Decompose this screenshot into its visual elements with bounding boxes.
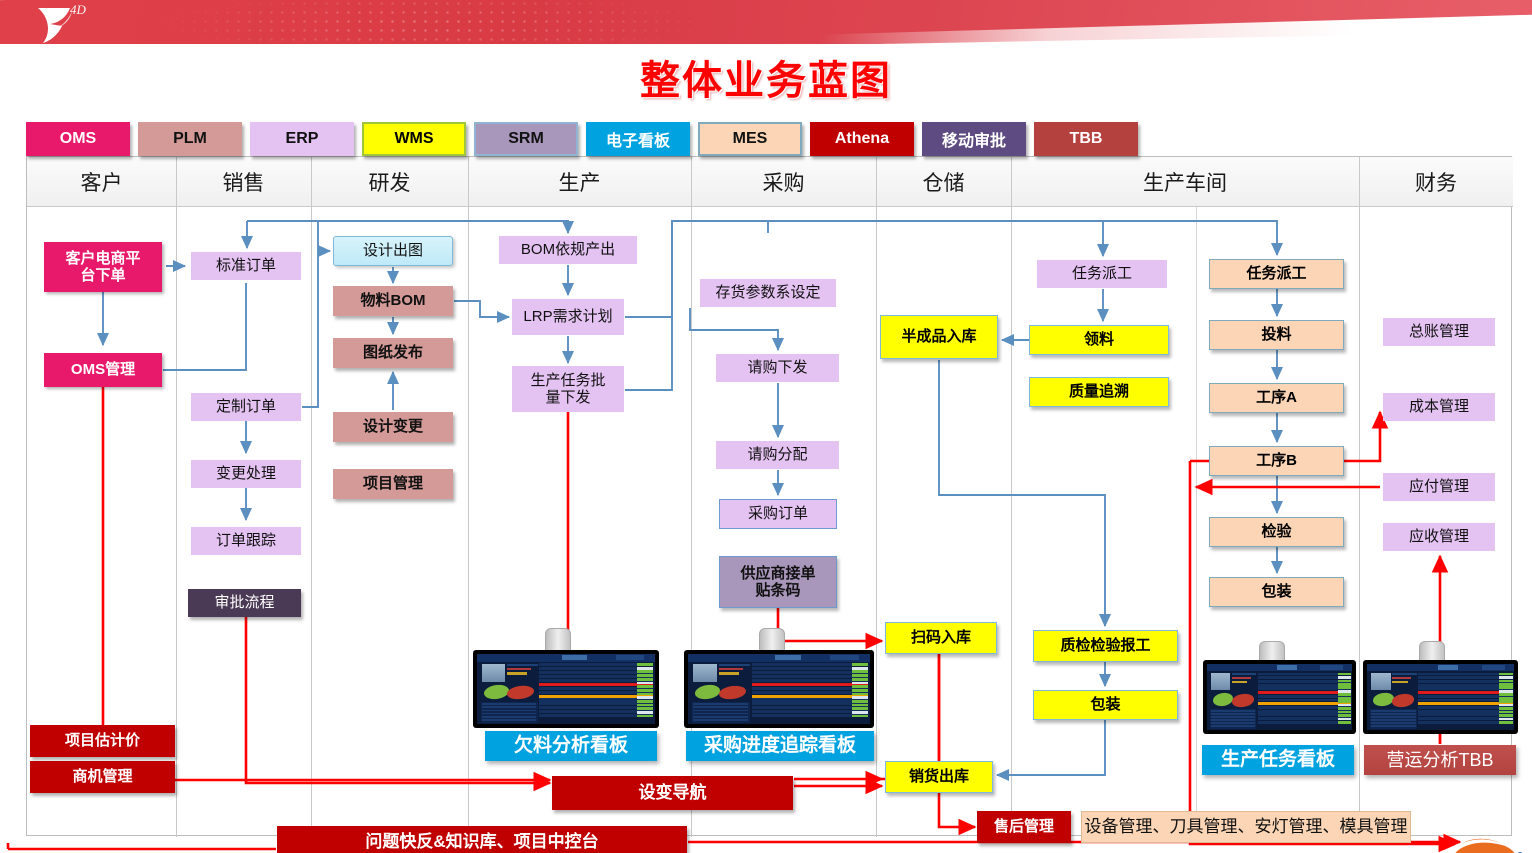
node-cg-chcs[interactable]: 存货参数系设定: [700, 279, 836, 307]
node-cjr-tl[interactable]: 投料: [1209, 320, 1344, 350]
node-cw-cbgl[interactable]: 成本管理: [1383, 393, 1495, 421]
dashboard-label-mon-yytbb[interactable]: 营运分析TBB: [1364, 745, 1516, 775]
node-cjr-rwpg[interactable]: 任务派工: [1209, 259, 1344, 289]
column-header-3: 研发: [368, 172, 411, 195]
monitor-mon-qlfx[interactable]: [473, 650, 659, 728]
column-divider-7: [1359, 157, 1360, 837]
legend-chip-tbb[interactable]: TBB: [1034, 122, 1138, 156]
legend-chip-plm[interactable]: PLM: [138, 122, 242, 156]
banner-dot-pattern: [90, 0, 850, 44]
node-cc-smrk[interactable]: 扫码入库: [885, 622, 997, 654]
monitor-bezel: [1203, 660, 1356, 734]
workshop-sub-divider: [1196, 207, 1197, 837]
legend-chip-移动审批[interactable]: 移动审批: [922, 122, 1026, 156]
node-yf-sjbg[interactable]: 设计变更: [333, 412, 453, 442]
node-cjr-gxb[interactable]: 工序B: [1209, 446, 1344, 476]
monitor-mon-yytbb[interactable]: [1363, 660, 1518, 734]
column-divider-5: [876, 157, 877, 837]
header-banner: [0, 0, 1532, 44]
dashboard-label-mon-scrw[interactable]: 生产任务看板: [1202, 745, 1354, 775]
node-cg-qgxf[interactable]: 请购下发: [716, 354, 839, 382]
node-xs-splc[interactable]: 审批流程: [188, 589, 301, 617]
column-divider-2: [311, 157, 312, 837]
node-xs-dzdd[interactable]: 定制订单: [191, 393, 301, 421]
logo-superscript: 4D: [70, 2, 86, 17]
monitor-bezel: [473, 650, 659, 728]
node-cjr-jy[interactable]: 检验: [1209, 517, 1344, 547]
legend-chip-oms[interactable]: OMS: [26, 122, 130, 156]
node-kh-oms[interactable]: OMS管理: [44, 353, 162, 387]
column-header-6: 仓储: [922, 172, 965, 195]
legend-chip-电子看板[interactable]: 电子看板: [586, 122, 690, 156]
column-divider-6: [1011, 157, 1012, 837]
column-header-8: 财务: [1415, 172, 1457, 195]
column-header-2: 销售: [222, 172, 265, 195]
dashboard-label-mon-qlfx[interactable]: 欠料分析看板: [485, 731, 657, 761]
node-bb-shgl[interactable]: 售后管理: [977, 811, 1071, 843]
system-legend: OMS PLM ERP WMS SRM 电子看板 MES Athena 移动审批 TBB: [26, 122, 1138, 156]
node-cw-zzgl[interactable]: 总账管理: [1383, 318, 1495, 346]
node-xs-bgcl[interactable]: 变更处理: [191, 460, 301, 488]
node-sc-scrw[interactable]: 生产任务批 量下发: [512, 366, 624, 412]
column-header-7: 生产车间: [1143, 172, 1227, 195]
node-bb-sbdh[interactable]: 设变导航: [552, 776, 793, 810]
column-header-5: 采购: [762, 172, 805, 195]
node-cjr-gxa[interactable]: 工序A: [1209, 383, 1344, 413]
legend-chip-wms[interactable]: WMS: [362, 122, 466, 156]
node-cw-yfgl[interactable]: 应付管理: [1383, 473, 1495, 501]
node-cw-ysgl[interactable]: 应收管理: [1383, 523, 1495, 551]
node-cj-ll[interactable]: 领料: [1029, 325, 1169, 355]
dashboard-label-mon-cgjd[interactable]: 采购进度追踪看板: [686, 731, 874, 761]
column-header-1: 客户: [80, 172, 123, 195]
node-yf-tzfb[interactable]: 图纸发布: [333, 338, 453, 368]
column-header-4: 生产: [558, 172, 601, 195]
node-cj-bz1[interactable]: 包装: [1033, 690, 1178, 720]
dashboard-screen: [1367, 664, 1514, 730]
legend-chip-erp[interactable]: ERP: [250, 122, 354, 156]
node-bb-wtkf[interactable]: 问题快反&知识库、项目中控台: [277, 826, 687, 853]
node-cg-gysjd[interactable]: 供应商接单 贴条码: [719, 556, 837, 608]
node-xs-ddgz[interactable]: 订单跟踪: [191, 527, 301, 555]
legend-chip-athena[interactable]: Athena: [810, 122, 914, 156]
legend-chip-srm[interactable]: SRM: [474, 122, 578, 156]
node-bb-sbdj[interactable]: 设备管理、刀具管理、安灯管理、模具管理: [1081, 811, 1411, 843]
column-divider-1: [176, 157, 177, 837]
node-cc-bcprk[interactable]: 半成品入库: [880, 315, 998, 359]
node-kh-sjgl[interactable]: 商机管理: [30, 761, 175, 793]
monitor-mon-scrw[interactable]: [1203, 660, 1356, 734]
node-sc-lrp[interactable]: LRP需求计划: [512, 299, 624, 335]
node-cc-xhck[interactable]: 销货出库: [885, 761, 993, 793]
node-cg-cgdd[interactable]: 采购订单: [719, 499, 837, 529]
dashboard-screen: [477, 654, 655, 724]
node-cj-rwpg[interactable]: 任务派工: [1037, 260, 1167, 288]
node-sc-bomyg[interactable]: BOM依规产出: [499, 236, 637, 264]
column-divider-3: [468, 157, 469, 837]
node-cjr-bz[interactable]: 包装: [1209, 577, 1344, 607]
monitor-bezel: [684, 650, 874, 728]
node-yf-wlbom[interactable]: 物料BOM: [333, 286, 453, 316]
column-header-row: 客户 销售 研发 生产 采购 仓储 生产车间 财务: [27, 157, 1513, 207]
node-kh-dspt[interactable]: 客户电商平 台下单: [44, 242, 162, 292]
node-cg-qgfp[interactable]: 请购分配: [716, 441, 839, 469]
legend-chip-mes[interactable]: MES: [698, 122, 802, 156]
node-yf-xmgl[interactable]: 项目管理: [333, 469, 453, 499]
node-kh-xmgjj[interactable]: 项目估计价: [30, 725, 175, 757]
dashboard-screen: [688, 654, 870, 724]
corner-brand-logo-icon: [1424, 803, 1532, 853]
node-cj-zjbg[interactable]: 质检检验报工: [1033, 630, 1178, 662]
dashboard-screen: [1207, 664, 1352, 730]
monitor-mon-cgjd[interactable]: [684, 650, 874, 728]
node-yf-sjct[interactable]: 设计出图: [333, 236, 453, 266]
monitor-bezel: [1363, 660, 1518, 734]
node-xs-bzdd[interactable]: 标准订单: [191, 252, 301, 280]
page-title: 整体业务蓝图: [640, 58, 892, 104]
slide-canvas: 4D 整体业务蓝图 OMS PLM ERP WMS SRM 电子看板 MES Athena 移动…: [0, 0, 1532, 853]
node-cj-zlzs[interactable]: 质量追溯: [1029, 377, 1169, 407]
